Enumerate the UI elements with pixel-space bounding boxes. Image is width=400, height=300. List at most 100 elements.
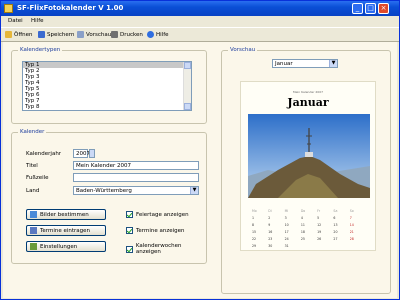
maximize-button[interactable]: □ bbox=[365, 3, 376, 14]
print-label: Drucken bbox=[120, 31, 143, 38]
calendar-day: 1 bbox=[252, 216, 255, 220]
calendar-day: 21 bbox=[349, 230, 354, 234]
title-bar[interactable]: SF-FlixFotokalender V 1.00 _ □ × bbox=[1, 1, 399, 16]
calendar-icon bbox=[30, 227, 37, 234]
calendar-day: 7 bbox=[349, 216, 352, 220]
calendar-day: 15 bbox=[252, 230, 257, 234]
titel-field[interactable]: Mein Kalender 2007 bbox=[73, 161, 199, 170]
kalender-legend: Kalender bbox=[18, 129, 47, 135]
menu-hilfe[interactable]: Hilfe bbox=[31, 18, 44, 24]
land-label: Land bbox=[26, 188, 40, 194]
list-item[interactable]: Typ 8 bbox=[23, 104, 191, 110]
checkbox-box[interactable] bbox=[126, 227, 133, 234]
calendar-day: 23 bbox=[268, 237, 273, 241]
kalenderwochen-label: Kalenderwochen anzeigen bbox=[135, 243, 182, 255]
save-icon bbox=[38, 31, 45, 38]
main-content: Kalendertypen Typ 1 Typ 2 Typ 3 Typ 4 Ty… bbox=[3, 42, 397, 298]
preview-button[interactable]: Vorschau bbox=[77, 30, 111, 39]
chevron-down-icon[interactable]: ▼ bbox=[329, 60, 337, 67]
help-label: Hilfe bbox=[156, 31, 169, 38]
kalendertypen-group: Kalendertypen Typ 1 Typ 2 Typ 3 Typ 4 Ty… bbox=[11, 47, 207, 124]
kalenderjahr-label: Kalenderjahr bbox=[26, 151, 62, 157]
weekday-header: Fr bbox=[317, 209, 321, 213]
print-button[interactable]: Drucken bbox=[111, 30, 143, 39]
preview-photo bbox=[248, 114, 370, 198]
menu-datei[interactable]: Datei bbox=[8, 18, 23, 24]
checkbox-box[interactable] bbox=[126, 245, 133, 253]
termine-label: Termine anzeigen bbox=[136, 227, 185, 234]
app-icon bbox=[4, 4, 13, 13]
preview-icon bbox=[77, 31, 84, 38]
kalenderjahr-field[interactable]: 2007 bbox=[73, 149, 90, 158]
calendar-day: 19 bbox=[317, 230, 322, 234]
scroll-down-button[interactable] bbox=[184, 103, 191, 110]
calendar-day: 4 bbox=[300, 216, 303, 220]
vorschau-legend: Vorschau bbox=[228, 47, 258, 53]
calendar-day: 14 bbox=[349, 223, 354, 227]
list-scrollbar[interactable] bbox=[183, 62, 191, 110]
calendar-day: 28 bbox=[349, 237, 354, 241]
calendar-day: 30 bbox=[268, 244, 273, 248]
weekday-header: Do bbox=[300, 209, 306, 213]
month-select[interactable]: Januar ▼ bbox=[272, 59, 338, 68]
calendar-day: 6 bbox=[333, 216, 336, 220]
calendar-day: 31 bbox=[284, 244, 289, 248]
minimize-button[interactable]: _ bbox=[352, 3, 363, 14]
fusszeile-label: Fußzeile bbox=[26, 175, 49, 181]
calendar-preview: Mein Kalender 2007 Januar Mo Di Mi Do Fr… bbox=[240, 81, 376, 251]
save-label: Speichern bbox=[47, 31, 75, 38]
calendar-day: 17 bbox=[284, 230, 289, 234]
preview-label: Vorschau bbox=[86, 31, 112, 38]
chevron-down-icon[interactable]: ▼ bbox=[190, 187, 198, 194]
land-select[interactable]: Baden-Württemberg ▼ bbox=[73, 186, 199, 195]
kalendertypen-list[interactable]: Typ 1 Typ 2 Typ 3 Typ 4 Typ 5 Typ 6 Typ … bbox=[22, 61, 192, 111]
calendar-day: 8 bbox=[252, 223, 255, 227]
feiertage-label: Feiertage anzeigen bbox=[136, 211, 189, 218]
open-label: Öffnen bbox=[14, 31, 33, 38]
preview-month-title: Januar bbox=[287, 96, 329, 109]
titel-label: Titel bbox=[26, 163, 38, 169]
calendar-day: 5 bbox=[317, 216, 320, 220]
calendar-day: 16 bbox=[268, 230, 273, 234]
weekday-header: So bbox=[349, 209, 354, 213]
calendar-day: 18 bbox=[300, 230, 305, 234]
feiertage-checkbox[interactable]: Feiertage anzeigen bbox=[126, 211, 189, 218]
calendar-day: 24 bbox=[284, 237, 289, 241]
kalendertypen-legend: Kalendertypen bbox=[18, 47, 63, 53]
calendar-day: 27 bbox=[333, 237, 338, 241]
help-button[interactable]: Hilfe bbox=[147, 30, 169, 39]
vorschau-group: Vorschau Januar ▼ Mein Kalender 2007 Jan… bbox=[221, 47, 391, 294]
termine-eintragen-button[interactable]: Termine eintragen bbox=[26, 225, 106, 236]
bilder-bestimmen-label: Bilder bestimmen bbox=[40, 211, 89, 218]
calendar-day: 10 bbox=[284, 223, 289, 227]
window-title: SF-FlixFotokalender V 1.00 bbox=[17, 4, 124, 12]
land-value: Baden-Württemberg bbox=[76, 188, 132, 194]
calendar-day: 26 bbox=[317, 237, 322, 241]
calendar-day: 29 bbox=[252, 244, 257, 248]
fusszeile-field[interactable] bbox=[73, 173, 199, 182]
einstellungen-label: Einstellungen bbox=[40, 243, 78, 250]
termine-eintragen-label: Termine eintragen bbox=[40, 227, 91, 234]
print-icon bbox=[111, 31, 118, 38]
checkbox-box[interactable] bbox=[126, 211, 133, 218]
weekday-header: Di bbox=[268, 209, 272, 213]
calendar-day: 2 bbox=[268, 216, 271, 220]
open-button[interactable]: Öffnen bbox=[5, 30, 32, 39]
bilder-bestimmen-button[interactable]: Bilder bestimmen bbox=[26, 209, 106, 220]
close-button[interactable]: × bbox=[378, 3, 389, 14]
preview-subtitle: Mein Kalender 2007 bbox=[292, 90, 324, 94]
month-select-value: Januar bbox=[275, 61, 293, 67]
year-spinner[interactable] bbox=[89, 149, 95, 158]
calendar-day: 25 bbox=[300, 237, 305, 241]
calendar-day: 22 bbox=[252, 237, 257, 241]
scroll-up-button[interactable] bbox=[184, 62, 191, 69]
termine-checkbox[interactable]: Termine anzeigen bbox=[126, 227, 185, 234]
calendar-day: 11 bbox=[300, 223, 305, 227]
weekday-header: Sa bbox=[333, 209, 338, 213]
einstellungen-button[interactable]: Einstellungen bbox=[26, 241, 106, 252]
save-button[interactable]: Speichern bbox=[38, 30, 74, 39]
calendar-day: 9 bbox=[268, 223, 271, 227]
calendar-day: 12 bbox=[317, 223, 322, 227]
kalenderwochen-checkbox[interactable]: Kalenderwochen anzeigen bbox=[126, 243, 206, 255]
help-icon bbox=[147, 31, 154, 38]
